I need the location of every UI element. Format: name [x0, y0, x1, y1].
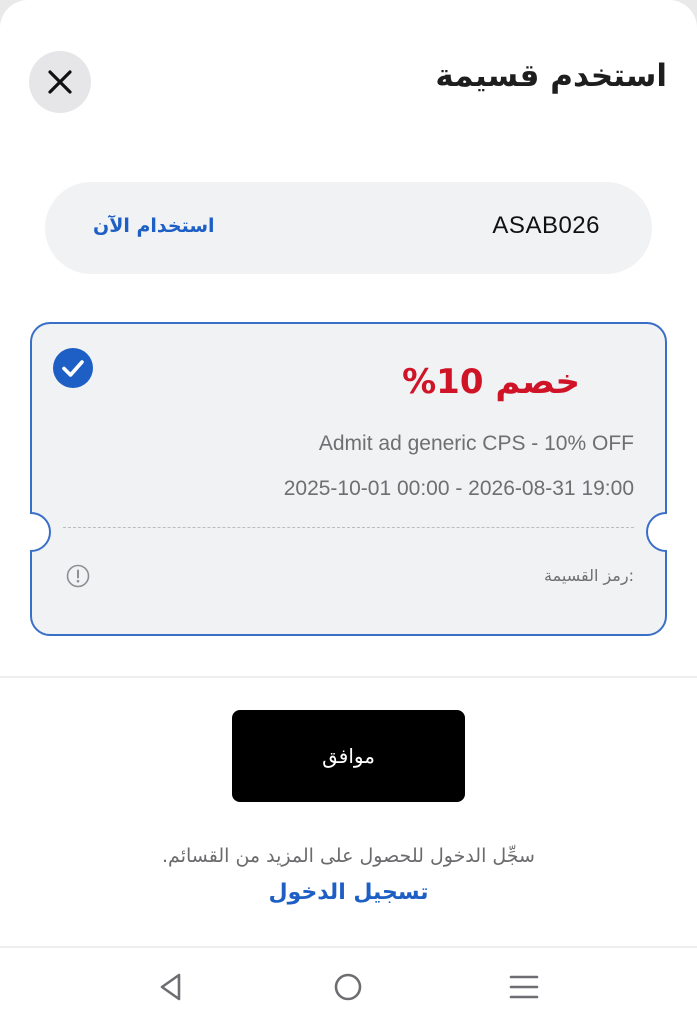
- page-title: استخدم قسيمة: [435, 58, 667, 94]
- menu-lines-icon[interactable]: [507, 970, 541, 1004]
- use-coupon-sheet: استخدم قسيمة ASAB026 استخدام الآن خصم 10…: [0, 0, 697, 1024]
- section-divider: [0, 676, 697, 678]
- close-icon: [48, 70, 72, 94]
- coupon-divider: [63, 527, 634, 528]
- login-link[interactable]: تسجيل الدخول: [0, 880, 697, 905]
- coupon-discount: خصم 10%: [402, 362, 580, 402]
- back-triangle-icon[interactable]: [155, 970, 189, 1004]
- coupon-card[interactable]: خصم 10% Admit ad generic CPS - 10% OFF 2…: [30, 322, 667, 636]
- use-now-button[interactable]: استخدام الآن: [93, 215, 215, 237]
- coupon-code-value[interactable]: ASAB026: [492, 212, 600, 240]
- ok-button-label: موافق: [322, 744, 375, 768]
- system-nav-bar: [0, 948, 697, 1024]
- close-button[interactable]: [29, 51, 91, 113]
- login-prompt-text: سجِّل الدخول للحصول على المزيد من القسائ…: [162, 845, 535, 867]
- coupon-code-label: :رمز القسيمة: [544, 566, 634, 585]
- ok-button[interactable]: موافق: [232, 710, 465, 802]
- home-circle-icon[interactable]: [331, 970, 365, 1004]
- coupon-validity: 2025-10-01 00:00 - 2026-08-31 19:00: [283, 477, 634, 500]
- info-icon[interactable]: [66, 564, 90, 588]
- coupon-code-input-bar[interactable]: ASAB026 استخدام الآن: [45, 182, 652, 274]
- coupon-description: Admit ad generic CPS - 10% OFF: [318, 432, 634, 455]
- check-circle-icon[interactable]: [53, 348, 93, 388]
